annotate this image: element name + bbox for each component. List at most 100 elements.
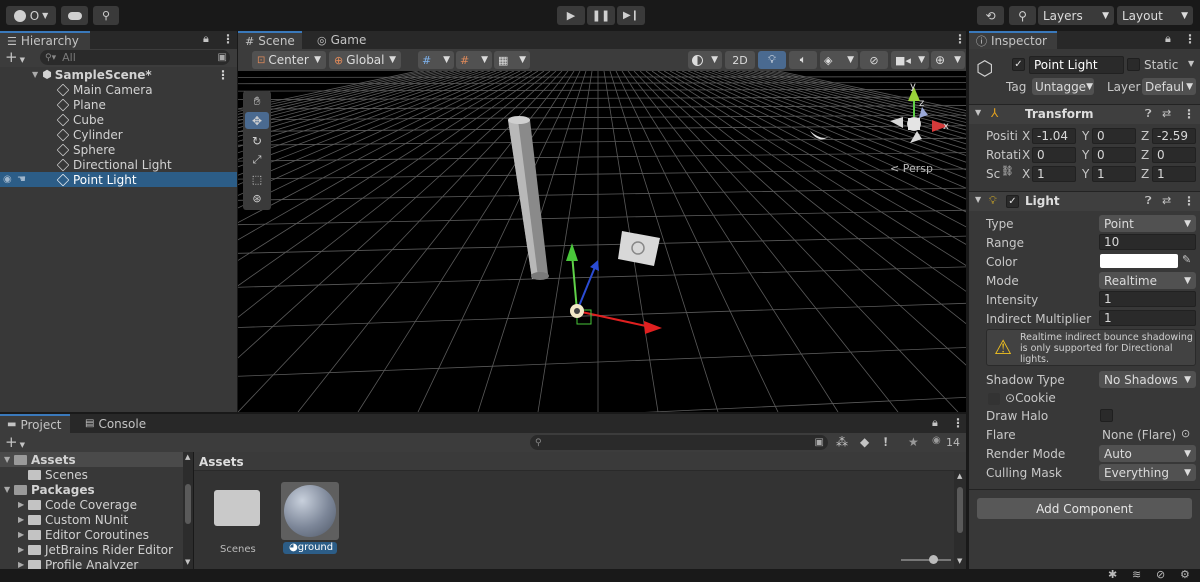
culling-mask-dropdown[interactable]: Everything ▼ — [1099, 464, 1196, 481]
project-tree-item[interactable]: ▶ Custom NUnit — [0, 512, 183, 527]
mode-2d-button[interactable]: 2D — [725, 51, 755, 69]
project-tree-item[interactable]: ▼ Assets — [0, 452, 183, 467]
object-picker-icon[interactable]: ⊙ — [1181, 427, 1190, 440]
more-options-icon[interactable]: ⋮ — [1184, 32, 1196, 46]
help-icon[interactable]: ❓︎ — [1145, 107, 1152, 121]
scale-tool[interactable]: ⤢ — [245, 151, 269, 168]
tab-game[interactable]: ◎ Game — [310, 31, 370, 49]
grid-snapping-button[interactable]: # ▼ — [418, 51, 454, 69]
hand-tool[interactable]: ✋︎ — [245, 93, 269, 110]
effects-dropdown[interactable]: ◈ ▼ — [820, 51, 858, 69]
rotate-tool[interactable]: ↻ — [245, 132, 269, 149]
chevron-down-icon[interactable]: ▼ — [4, 455, 14, 464]
create-button[interactable]: + ▼ — [5, 49, 25, 69]
type-dropdown[interactable]: Point ▼ — [1099, 215, 1196, 232]
filter-by-label-icon[interactable]: ◆ — [860, 435, 869, 449]
add-component-button[interactable]: Add Component — [977, 498, 1192, 519]
more-options-icon[interactable]: ⋮ — [952, 416, 964, 430]
scroll-thumb[interactable] — [957, 487, 963, 533]
tab-scene[interactable]: # Scene — [238, 31, 302, 49]
hierarchy-item-selected[interactable]: ◉ ☚ Point Light — [0, 172, 237, 187]
draw-mode-dropdown[interactable]: ▼ — [688, 51, 722, 69]
slider-thumb[interactable] — [929, 555, 938, 564]
more-options-icon[interactable]: ⋮ — [222, 32, 234, 46]
visibility-eye-icon[interactable]: ◉ — [3, 174, 12, 185]
lock-icon[interactable]: 🔒︎ — [203, 32, 209, 46]
project-search-input[interactable]: ⚲ ▣ — [530, 435, 828, 450]
pickable-hand-icon[interactable]: ☚ — [17, 174, 26, 185]
hidden-packages-icon[interactable]: ◉ — [932, 435, 941, 446]
search-button[interactable]: ⚲ — [1009, 6, 1036, 25]
progress-icon[interactable]: ≋ — [1132, 568, 1141, 581]
position-y-field[interactable]: 0 — [1092, 128, 1136, 144]
lock-icon[interactable]: 🔒︎ — [1165, 32, 1171, 46]
more-options-icon[interactable]: ⋮ — [1183, 107, 1195, 121]
chevron-down-icon[interactable]: ▼ — [1188, 59, 1194, 68]
transform-header[interactable]: ▼ ⅄ Transform ❓︎ ⇄ ⋮ — [969, 104, 1200, 124]
mode-dropdown[interactable]: Realtime ▼ — [1099, 272, 1196, 289]
presets-icon[interactable]: ⇄ — [1162, 107, 1171, 120]
scale-z-field[interactable]: 1 — [1152, 166, 1196, 182]
asset-scrollbar[interactable]: ▲ ▼ — [954, 471, 966, 569]
position-z-field[interactable]: -2.59 — [1152, 128, 1196, 144]
draw-halo-checkbox[interactable] — [1100, 409, 1113, 422]
step-button[interactable]: ▶❙ — [617, 6, 645, 25]
more-options-icon[interactable]: ⋮ — [217, 68, 229, 82]
cookie-foldout[interactable] — [988, 393, 1000, 405]
scroll-down-icon[interactable]: ▼ — [185, 558, 190, 566]
scroll-down-icon[interactable]: ▼ — [957, 557, 962, 565]
object-name-field[interactable]: Point Light — [1029, 56, 1124, 74]
transform-tool[interactable]: ⊛ — [245, 190, 269, 207]
scroll-up-icon[interactable]: ▲ — [185, 453, 190, 461]
settings-icon[interactable]: ⚙ — [1180, 568, 1190, 581]
indirect-multiplier-field[interactable]: 1 — [1099, 310, 1196, 326]
intensity-field[interactable]: 1 — [1099, 291, 1196, 307]
layout-dropdown[interactable]: Layout ▼ — [1117, 6, 1193, 25]
breadcrumb-assets[interactable]: Assets — [199, 455, 244, 469]
hierarchy-search[interactable]: ⚲▾ All ▣ — [40, 50, 230, 65]
scene-viewport[interactable]: y z x < Persp ✋︎ ✥ ↻ ⤢ ⬚ ⊛ — [238, 71, 966, 412]
rect-tool[interactable]: ⬚ — [245, 171, 269, 188]
asset-item-scenes[interactable]: Scenes — [214, 487, 260, 555]
active-checkbox[interactable]: ✓ — [1012, 58, 1025, 71]
rotation-x-field[interactable]: 0 — [1032, 147, 1076, 163]
flare-value[interactable]: None (Flare) — [1102, 428, 1176, 442]
project-tree-item[interactable]: ▶ Editor Coroutines — [0, 527, 183, 542]
light-cookie-object[interactable] — [618, 231, 660, 266]
project-tree-item[interactable]: ▶ Profile Analyzer — [0, 557, 183, 569]
hierarchy-item[interactable]: Directional Light — [0, 157, 237, 172]
increment-snapping-button[interactable]: # ▼ — [456, 51, 492, 69]
hierarchy-item[interactable]: Cylinder — [0, 127, 237, 142]
asset-item-ground[interactable]: ◕ground — [281, 482, 339, 554]
pivot-global-dropdown[interactable]: ⊕ Global ▼ — [329, 51, 401, 69]
hierarchy-item[interactable]: Sphere — [0, 142, 237, 157]
favorite-star-icon[interactable]: ★ — [908, 435, 919, 449]
projection-label[interactable]: < Persp — [890, 162, 933, 175]
link-icon[interactable]: ⛓︎ — [1001, 166, 1014, 177]
static-checkbox[interactable] — [1127, 58, 1140, 71]
tab-hierarchy[interactable]: ☰ Hierarchy — [0, 31, 90, 49]
range-field[interactable]: 10 — [1099, 234, 1196, 250]
eyedropper-icon[interactable]: ✎ — [1182, 253, 1191, 266]
hierarchy-item[interactable]: Main Camera — [0, 82, 237, 97]
render-mode-dropdown[interactable]: Auto ▼ — [1099, 445, 1196, 462]
pivot-center-dropdown[interactable]: ⊡ Center ▼ — [252, 51, 326, 69]
audio-toggle[interactable]: 🔈︎ — [789, 51, 817, 69]
tab-console[interactable]: ▤ Console — [78, 414, 152, 433]
scroll-up-icon[interactable]: ▲ — [957, 472, 962, 480]
move-tool[interactable]: ✥ — [245, 112, 269, 129]
filter-by-type-icon[interactable]: ⁂ — [836, 435, 848, 449]
scene-visibility-toggle[interactable]: ⊘ — [860, 51, 888, 69]
search-by-type-icon[interactable]: ▣ — [815, 437, 824, 448]
shadow-type-dropdown[interactable]: No Shadows ▼ — [1099, 371, 1196, 388]
pause-button[interactable]: ❚❚ — [587, 6, 615, 25]
color-swatch[interactable] — [1100, 254, 1178, 268]
chevron-down-icon[interactable]: ▼ — [4, 485, 14, 494]
warning-filter-icon[interactable]: ❗︎ — [884, 435, 887, 450]
grid-visibility-button[interactable]: ▦ ▼ — [494, 51, 530, 69]
tab-inspector[interactable]: ⓘ Inspector — [969, 31, 1057, 49]
scale-x-field[interactable]: 1 — [1032, 166, 1076, 182]
layer-dropdown[interactable]: Defaul ▼ — [1142, 78, 1196, 95]
rotation-y-field[interactable]: 0 — [1092, 147, 1136, 163]
tree-scrollbar[interactable]: ▲ ▼ — [183, 452, 193, 569]
